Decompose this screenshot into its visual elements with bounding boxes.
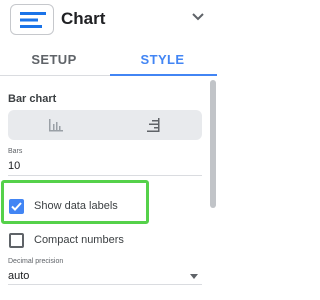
checkmark-icon [11,202,22,211]
decimal-precision-select[interactable]: auto [8,270,29,282]
compact-numbers-checkbox[interactable] [9,233,24,248]
tab-bar: SETUP STYLE [0,46,217,76]
dropdown-arrow-icon[interactable] [190,274,198,279]
bars-input[interactable]: 10 [8,160,20,172]
scrollbar-thumb[interactable] [210,80,216,208]
decimal-precision-label: Decimal precision [8,258,64,265]
header: Chart [0,0,217,42]
chevron-down-icon[interactable] [192,13,204,21]
bars-field-label: Bars [8,148,23,155]
vertical-bars-button[interactable] [8,110,105,140]
show-data-labels-checkbox[interactable] [9,199,24,214]
chart-title: Chart [61,9,106,28]
chart-type-button[interactable] [10,4,54,35]
tab-setup[interactable]: SETUP [0,46,108,76]
compact-numbers-label[interactable]: Compact numbers [34,234,124,246]
show-data-labels-label[interactable]: Show data labels [34,200,118,212]
vertical-bars-icon [49,119,63,132]
horizontal-bars-icon [147,118,160,132]
tab-style[interactable]: STYLE [108,46,217,76]
chart-type-icon [20,12,46,28]
decimal-precision-underline [8,284,202,285]
horizontal-bars-button[interactable] [105,110,202,140]
bars-input-underline [8,175,202,176]
section-title: Bar chart [8,93,57,105]
orientation-toggle [8,110,202,140]
active-tab-indicator [110,74,217,76]
